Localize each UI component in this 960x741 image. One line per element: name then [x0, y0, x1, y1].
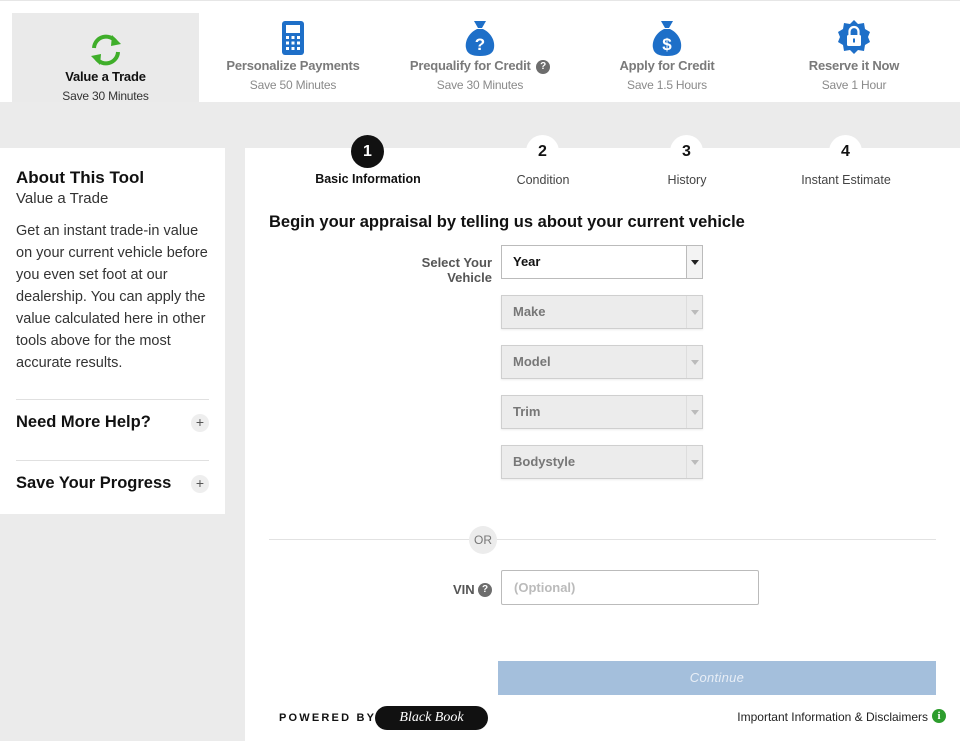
make-select[interactable]: Make	[501, 295, 703, 329]
step-1-circle: 1	[351, 135, 384, 168]
trim-select[interactable]: Trim	[501, 395, 703, 429]
chevron-down-icon	[686, 446, 702, 478]
tool-tabs: Value a Trade Save 30 Minutes Personaliz…	[0, 0, 960, 103]
step-1-label: Basic Information	[315, 172, 421, 186]
info-icon[interactable]: i	[932, 709, 946, 723]
black-book-logo: Black Book	[375, 706, 488, 730]
form-heading: Begin your appraisal by telling us about…	[269, 213, 745, 231]
tab-label: Apply for Credit	[619, 58, 715, 73]
plus-icon[interactable]: +	[191, 414, 209, 432]
chevron-down-icon	[686, 296, 702, 328]
svg-text:$: $	[662, 35, 672, 54]
svg-text:?: ?	[475, 35, 485, 54]
tab-value-a-trade[interactable]: Value a Trade Save 30 Minutes	[12, 13, 199, 103]
tab-sub: Save 1.5 Hours	[627, 78, 707, 92]
tab-reserve-it-now[interactable]: Reserve it Now Save 1 Hour	[761, 1, 947, 103]
chevron-down-icon	[686, 246, 702, 278]
disclaimer-link[interactable]: Important Information & Disclaimers	[737, 710, 928, 724]
select-vehicle-label: Select Your Vehicle	[421, 255, 492, 285]
select-value: Model	[513, 354, 551, 369]
bodystyle-select[interactable]: Bodystyle	[501, 445, 703, 479]
vin-help-icon[interactable]: ?	[478, 583, 492, 597]
step-2-label: Condition	[516, 173, 570, 187]
appraisal-form-panel: 1 Basic Information 2 Condition 3 Histor…	[245, 135, 960, 741]
money-bag-question-icon: ?	[465, 21, 495, 56]
tab-apply-for-credit[interactable]: $ Apply for Credit Save 1.5 Hours	[573, 1, 761, 103]
calculator-icon	[282, 21, 304, 55]
need-more-help-accordion[interactable]: Need More Help? +	[16, 399, 209, 460]
save-progress-accordion[interactable]: Save Your Progress +	[16, 460, 209, 521]
sidebar-description: Get an instant trade-in value on your cu…	[16, 223, 208, 371]
select-value: Bodystyle	[513, 454, 576, 469]
sidebar-subtitle: Value a Trade	[16, 190, 109, 207]
accordion-title: Save Your Progress	[16, 474, 172, 492]
continue-button[interactable]: Continue	[498, 661, 936, 695]
accordion-title: Need More Help?	[16, 413, 151, 431]
about-sidebar: About This Tool Value a Trade Get an ins…	[0, 148, 225, 514]
step-4-label: Instant Estimate	[801, 173, 891, 187]
tab-sub: Save 50 Minutes	[249, 78, 337, 92]
help-icon[interactable]: ?	[536, 60, 551, 74]
page: Value a Trade Save 30 Minutes Personaliz…	[0, 0, 960, 741]
year-select[interactable]: Year	[501, 245, 703, 279]
vin-input[interactable]	[501, 570, 759, 605]
chevron-down-icon	[686, 346, 702, 378]
tab-label: Reserve it Now	[808, 58, 900, 73]
lock-badge-icon	[838, 20, 870, 54]
tab-sub: Save 30 Minutes	[436, 78, 524, 92]
chevron-down-icon	[686, 396, 702, 428]
select-value: Year	[513, 254, 541, 269]
step-4-circle: 4	[829, 135, 862, 168]
powered-by-text: POWERED BY	[279, 712, 377, 724]
money-bag-dollar-icon: $	[652, 21, 682, 56]
tab-label-text: Prequalify for Credit	[409, 58, 531, 73]
tab-sub: Save 30 Minutes	[62, 89, 149, 103]
step-3-circle: 3	[670, 135, 703, 168]
select-value: Make	[513, 304, 546, 319]
tab-label: Personalize Payments	[226, 58, 360, 73]
refresh-icon	[90, 34, 121, 66]
vin-label: VIN	[453, 582, 475, 597]
tab-sub: Save 1 Hour	[821, 78, 887, 92]
step-3-label: History	[667, 173, 707, 187]
sidebar-title: About This Tool	[16, 168, 145, 187]
select-value: Trim	[513, 404, 541, 419]
tab-label: Prequalify for Credit ?	[387, 58, 573, 74]
tab-prequalify-for-credit[interactable]: ? Prequalify for Credit ? Save 30 Minute…	[387, 1, 573, 103]
divider	[269, 539, 936, 540]
step-2-circle: 2	[526, 135, 559, 168]
or-badge: OR	[469, 526, 497, 554]
model-select[interactable]: Model	[501, 345, 703, 379]
tab-label: Value a Trade	[65, 69, 146, 84]
tab-personalize-payments[interactable]: Personalize Payments Save 50 Minutes	[199, 1, 387, 103]
plus-icon[interactable]: +	[191, 475, 209, 493]
